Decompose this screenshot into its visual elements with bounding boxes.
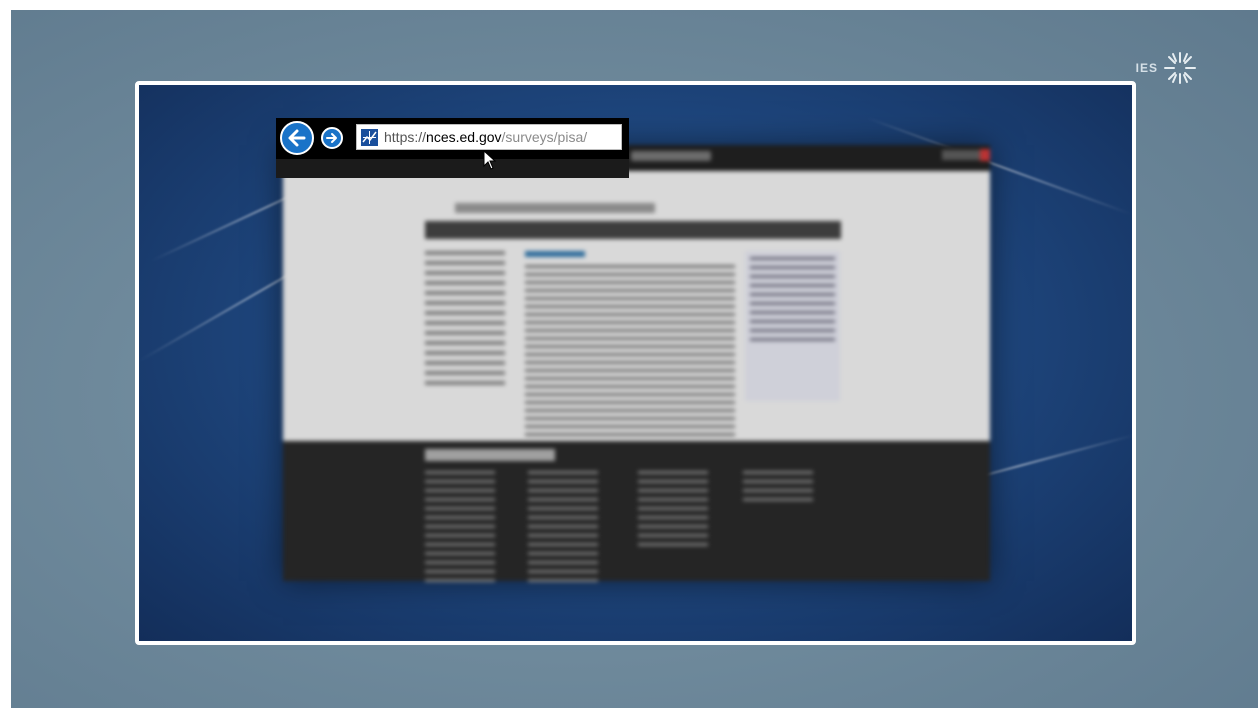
blurred-browser-window [283, 145, 990, 582]
browser-toolbar: https://nces.ed.gov/surveys/pisa/ [276, 118, 629, 159]
back-arrow-icon [288, 129, 306, 147]
back-button[interactable] [280, 121, 314, 155]
ies-logo-text: IES [1135, 61, 1158, 75]
sunburst-icon [1164, 52, 1196, 84]
video-frame: https://nces.ed.gov/surveys/pisa/ [135, 81, 1136, 645]
url-text: https://nces.ed.gov/surveys/pisa/ [384, 129, 587, 145]
url-scheme: https:// [384, 129, 427, 145]
nces-favicon-icon [361, 128, 378, 146]
url-path: /surveys/pisa/ [501, 129, 588, 145]
ies-logo: IES [1136, 50, 1198, 86]
url-domain: nces.ed.gov [426, 129, 502, 145]
address-bar[interactable]: https://nces.ed.gov/surveys/pisa/ [356, 124, 622, 150]
mouse-cursor-icon [483, 150, 497, 170]
forward-arrow-icon [326, 133, 337, 143]
forward-button[interactable] [321, 127, 343, 149]
browser-navigation-zoom: https://nces.ed.gov/surveys/pisa/ [276, 118, 629, 178]
slide-backdrop: IES https://nces.ed.gov/surveys/pisa/ [11, 10, 1258, 708]
